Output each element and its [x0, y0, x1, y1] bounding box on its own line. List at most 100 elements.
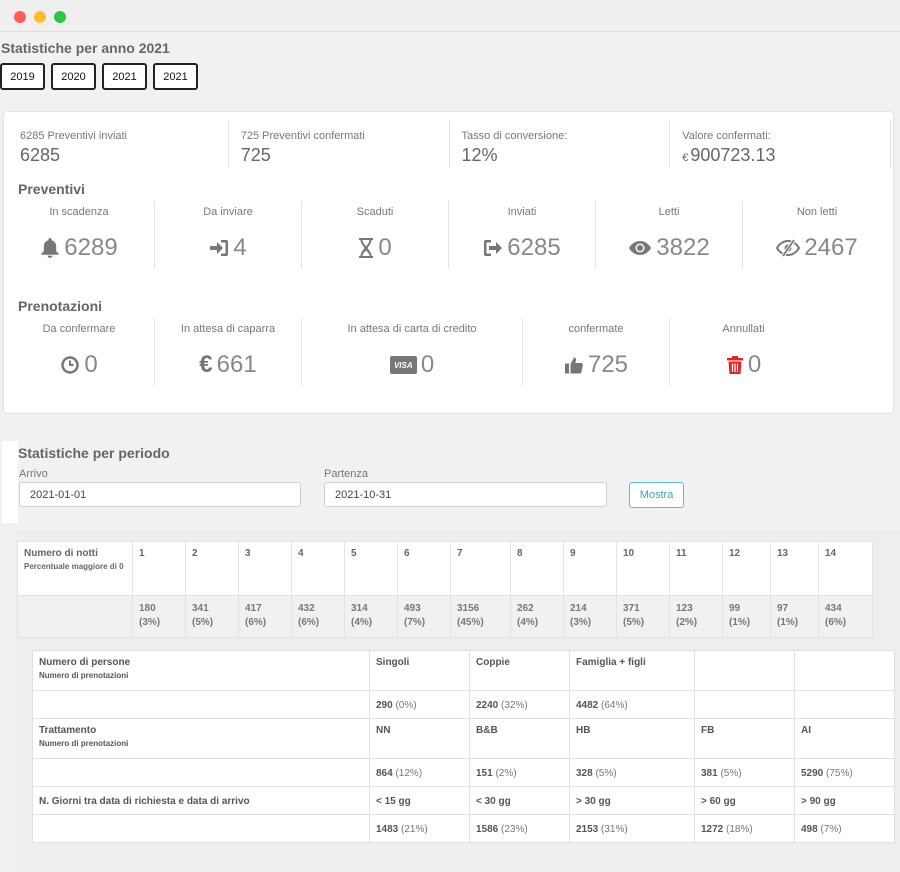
notti-count: 417	[245, 603, 262, 614]
notti-night-value: 97 (1%)	[770, 595, 819, 638]
stat-value: 2467	[804, 234, 858, 261]
stat-value: €900723.13	[682, 145, 890, 166]
trattamento-header-row: Trattamento Numero di prenotazioni NN B&…	[32, 718, 895, 759]
notti-percent: (4%)	[517, 617, 539, 628]
giorni-values-row: 1483 (21%) 1586 (23%) 2153 (31%) 1272 (1…	[32, 814, 895, 843]
stat-label: confermate	[568, 323, 624, 335]
table-header-cell: HB	[569, 718, 695, 759]
persone-subheader: Numero di prenotazioni	[39, 671, 129, 680]
notti-percent: (5%)	[623, 617, 645, 628]
header-text: < 15 gg	[376, 796, 411, 807]
notti-night-value: 493 (7%)	[397, 595, 451, 638]
stat-value: 0	[747, 351, 762, 378]
cell-count: 2153	[576, 824, 599, 835]
table-header-cell: Singoli	[369, 650, 470, 691]
visa-card-text: VISA	[393, 360, 413, 370]
notti-night-header: 11	[669, 541, 723, 596]
stat-value-number: 900723.13	[690, 145, 776, 165]
notti-percent: (5%)	[192, 617, 214, 628]
empty-cell	[32, 814, 370, 843]
stat-valore-confermati: Valore confermati: €900723.13	[670, 120, 891, 168]
notti-count: 97	[777, 603, 789, 614]
table-header-cell: B&B	[469, 718, 570, 759]
notti-night-header: 1	[132, 541, 186, 596]
stat-value: 725	[240, 145, 271, 165]
notti-night-header: 14	[818, 541, 873, 596]
year-button-2019[interactable]: 2019	[0, 63, 45, 90]
stat-preventivi-confermati: 725 Preventivi confermati 725	[229, 120, 450, 168]
giorni-header: N. Giorni tra data di richiesta e data d…	[32, 786, 370, 815]
clock-icon	[60, 355, 80, 375]
prenotazioni-confermate: confermate 725	[523, 318, 670, 386]
notti-night-value: 3156 (45%)	[450, 595, 511, 638]
cell-percent: (21%)	[401, 824, 428, 835]
notti-empty-cell	[17, 595, 133, 638]
notti-night-value: 180 (3%)	[132, 595, 186, 638]
cell-count: 151	[476, 768, 493, 779]
stat-value: 4	[233, 234, 247, 261]
stat-label: Valore confermati:	[682, 130, 771, 142]
notti-night-value: 417 (6%)	[238, 595, 292, 638]
trash-icon	[726, 355, 744, 375]
table-cell: 864 (12%)	[369, 758, 470, 787]
stat-label: Tasso di conversione:	[461, 130, 568, 142]
close-window-button[interactable]	[14, 11, 26, 23]
giorni-header-row: N. Giorni tra data di richiesta e data d…	[32, 786, 895, 815]
notti-percent: (1%)	[729, 617, 751, 628]
table-cell: 1483 (21%)	[369, 814, 470, 843]
year-button-2021[interactable]: 2021	[102, 63, 147, 90]
table-header-cell	[694, 650, 795, 691]
table-header-cell: > 90 gg	[794, 786, 895, 815]
cell-percent: (32%)	[501, 700, 528, 711]
minimize-window-button[interactable]	[34, 11, 46, 23]
cell-percent: (12%)	[395, 768, 423, 779]
prenotazioni-attesa-caparra: In attesa di caparra € 661	[155, 318, 302, 386]
stat-tasso-conversione: Tasso di conversione: 12%	[450, 120, 671, 168]
trattamento-header: Trattamento	[39, 725, 97, 736]
preventivi-non-letti: Non letti 2467	[743, 201, 891, 269]
trattamento-values-row: 864 (12%) 151 (2%) 328 (5%) 381 (5%) 529…	[32, 758, 895, 787]
prenotazioni-annullati: Annullati 0	[670, 318, 817, 386]
notti-night-header: 5	[344, 541, 398, 596]
year-button-2021-current[interactable]: 2021	[153, 63, 198, 90]
table-cell: 4482 (64%)	[569, 690, 695, 719]
window-titlebar	[0, 0, 900, 32]
notti-percent: (4%)	[351, 617, 373, 628]
cell-count: 2240	[476, 700, 499, 711]
table-cell: 498 (7%)	[794, 814, 895, 843]
page-content: Statistiche per anno 2021 2019 2020 2021…	[0, 33, 900, 872]
notti-percent: (3%)	[139, 617, 161, 628]
table-header-cell: < 30 gg	[469, 786, 570, 815]
visa-card-icon: VISA	[389, 356, 417, 374]
maximize-window-button[interactable]	[54, 11, 66, 23]
table-cell: 1586 (23%)	[469, 814, 570, 843]
stat-value: 725	[587, 351, 629, 378]
notti-night-header: 13	[770, 541, 819, 596]
euro-icon: €	[199, 351, 213, 378]
stats-panel: 6285 Preventivi inviati 6285 725 Prevent…	[3, 111, 894, 414]
cell-percent: (7%)	[820, 824, 842, 835]
mostra-button[interactable]: Mostra	[629, 482, 684, 508]
notti-night-header: 7	[450, 541, 511, 596]
cell-count: 381	[701, 768, 718, 779]
cell-percent: (64%)	[601, 700, 628, 711]
arrivo-input[interactable]: 2021-01-01	[19, 482, 301, 507]
notti-header-row: Numero di notti Percentuale maggiore di …	[17, 541, 873, 596]
bell-icon	[40, 237, 60, 259]
preventivi-in-scadenza: In scadenza 6289	[4, 201, 155, 269]
thumbs-up-icon	[564, 355, 584, 375]
stat-value: 12%	[461, 145, 498, 165]
table-header-cell: FB	[694, 718, 795, 759]
partenza-input[interactable]: 2021-10-31	[324, 482, 607, 507]
cell-count: 290	[376, 700, 393, 711]
prenotazioni-da-confermare: Da confermare 0	[4, 318, 155, 386]
cell-count: 5290	[801, 768, 824, 779]
notti-night-value: 99 (1%)	[722, 595, 771, 638]
year-button-2020[interactable]: 2020	[51, 63, 96, 90]
notti-night-header: 8	[510, 541, 564, 596]
notti-count: 314	[351, 603, 368, 614]
preventivi-letti: Letti 3822	[596, 201, 743, 269]
top-stats: 6285 Preventivi inviati 6285 725 Prevent…	[4, 112, 895, 170]
stat-value: 6289	[64, 234, 118, 261]
notti-count: 341	[192, 603, 209, 614]
